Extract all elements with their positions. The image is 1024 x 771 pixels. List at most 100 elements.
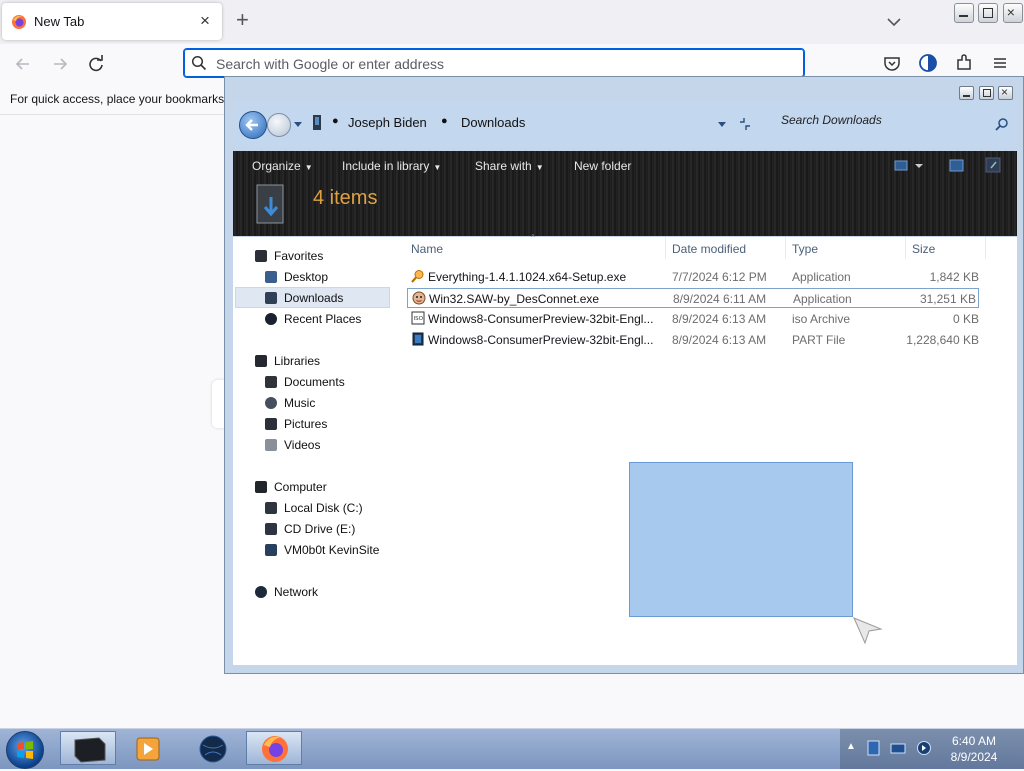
explorer-maximize-button[interactable] xyxy=(978,86,994,100)
breadcrumb-separator: ● xyxy=(441,115,448,127)
share-with-menu[interactable]: Share with ▼ xyxy=(475,159,544,173)
menu-icon[interactable] xyxy=(990,53,1010,73)
search-app-icon xyxy=(411,270,424,283)
address-dropdown-icon[interactable] xyxy=(717,121,727,129)
nav-vm-label: VM0b0t KevinSite xyxy=(284,543,380,557)
file-type: iso Archive xyxy=(792,312,851,326)
nav-network[interactable]: Network xyxy=(255,585,318,599)
breadcrumb-user[interactable]: Joseph Biden xyxy=(348,115,427,130)
reload-icon[interactable] xyxy=(85,53,107,75)
forward-arrow-icon[interactable] xyxy=(49,53,71,75)
pocket-icon[interactable] xyxy=(882,53,902,73)
breadcrumb-downloads[interactable]: Downloads xyxy=(461,115,525,130)
nav-desktop-label: Desktop xyxy=(284,270,329,284)
column-type-header[interactable]: Type xyxy=(792,242,818,256)
explorer-address-area: ● Joseph Biden ● Downloads Search Downlo… xyxy=(233,101,1017,148)
search-icon xyxy=(191,55,207,71)
new-tab-button[interactable]: + xyxy=(236,8,249,32)
file-row[interactable]: Win32.SAW-by_DesConnet.exe 8/9/2024 6:11… xyxy=(407,288,979,308)
network-tray-icon[interactable] xyxy=(890,740,906,756)
explorer-minimize-button[interactable] xyxy=(959,86,975,100)
firefox-tabstrip: New Tab × + × xyxy=(0,0,1024,44)
nav-recent-label: Recent Places xyxy=(284,312,362,326)
nav-libraries[interactable]: Libraries xyxy=(255,354,320,368)
explorer-window: × ● Joseph Biden ● Downloads Search Down… xyxy=(224,76,1024,674)
nav-recent-places[interactable]: Recent Places xyxy=(265,312,361,326)
explorer-back-button[interactable] xyxy=(239,111,267,139)
sort-ascending-icon: ^ xyxy=(531,233,535,242)
minimize-button[interactable] xyxy=(954,3,974,23)
globe-icon xyxy=(199,735,227,763)
account-icon[interactable] xyxy=(918,53,938,73)
column-separator xyxy=(785,237,786,259)
organize-menu[interactable]: Organize ▼ xyxy=(252,159,313,173)
nav-downloads[interactable]: Downloads xyxy=(265,291,343,305)
column-date-header[interactable]: Date modified xyxy=(672,242,746,256)
network-drive-icon xyxy=(265,544,277,556)
music-icon xyxy=(265,397,277,409)
show-hidden-icons-icon[interactable]: ▲ xyxy=(846,741,856,752)
nav-desktop[interactable]: Desktop xyxy=(265,270,328,284)
explorer-close-button[interactable]: × xyxy=(998,85,1013,100)
new-folder-button[interactable]: New folder xyxy=(574,159,631,173)
history-dropdown-icon[interactable] xyxy=(293,121,303,129)
file-row[interactable]: ISO Windows8-ConsumerPreview-32bit-Engl.… xyxy=(407,309,979,329)
help-icon[interactable] xyxy=(985,157,1001,173)
nav-cd-drive[interactable]: CD Drive (E:) xyxy=(265,522,355,536)
preview-pane-icon[interactable] xyxy=(949,159,965,173)
search-icon[interactable] xyxy=(995,117,1009,131)
close-window-button[interactable]: × xyxy=(1002,3,1023,23)
clock[interactable]: 6:40 AM 8/9/2024 xyxy=(946,733,1002,765)
column-size-header[interactable]: Size xyxy=(912,242,935,256)
taskbar-explorer-button[interactable] xyxy=(60,731,116,765)
file-row[interactable]: Windows8-ConsumerPreview-32bit-Engl... 8… xyxy=(407,330,979,350)
nav-local-disk[interactable]: Local Disk (C:) xyxy=(265,501,363,515)
local-disk-icon xyxy=(265,502,277,514)
nav-favorites[interactable]: Favorites xyxy=(255,249,323,263)
nav-computer[interactable]: Computer xyxy=(255,480,327,494)
explorer-forward-button[interactable] xyxy=(267,113,291,137)
network-icon xyxy=(255,586,267,598)
volume-icon[interactable] xyxy=(916,740,932,756)
file-type: PART File xyxy=(792,333,846,347)
search-downloads-input[interactable]: Search Downloads xyxy=(781,113,882,127)
nav-pictures[interactable]: Pictures xyxy=(265,417,327,431)
taskbar-firefox-button[interactable] xyxy=(246,731,302,765)
include-in-library-menu[interactable]: Include in library ▼ xyxy=(342,159,441,173)
file-row[interactable]: Everything-1.4.1.1024.x64-Setup.exe 7/7/… xyxy=(407,267,979,287)
window-controls: × xyxy=(954,3,1024,23)
column-name-header[interactable]: Name xyxy=(411,242,443,256)
nav-documents[interactable]: Documents xyxy=(265,375,345,389)
nav-videos[interactable]: Videos xyxy=(265,438,320,452)
nav-cd-drive-label: CD Drive (E:) xyxy=(284,522,356,536)
svg-text:ISO: ISO xyxy=(414,316,424,322)
firefox-icon xyxy=(262,736,288,762)
file-size: 0 KB xyxy=(952,312,979,326)
restore-button[interactable] xyxy=(978,3,999,23)
taskbar-globe-button[interactable] xyxy=(185,731,241,765)
recent-places-icon xyxy=(265,313,277,325)
address-placeholder: Search with Google or enter address xyxy=(216,56,445,72)
list-all-tabs-icon[interactable] xyxy=(884,12,904,32)
address-bar[interactable]: Search with Google or enter address xyxy=(183,48,805,78)
breadcrumb-separator: ● xyxy=(332,115,339,127)
drag-selection-rectangle xyxy=(629,462,853,617)
nav-pictures-label: Pictures xyxy=(284,417,328,431)
nav-music-label: Music xyxy=(284,396,316,410)
tab-new-tab[interactable]: New Tab × xyxy=(2,3,222,40)
refresh-icon[interactable] xyxy=(737,116,753,132)
start-button[interactable] xyxy=(6,731,44,769)
back-arrow-icon[interactable] xyxy=(12,53,34,75)
nav-vm-share[interactable]: VM0b0t KevinSite xyxy=(265,543,379,557)
windows-logo-icon xyxy=(17,741,33,759)
nav-documents-label: Documents xyxy=(284,375,345,389)
action-center-icon[interactable] xyxy=(866,740,882,756)
view-options-icon[interactable] xyxy=(894,159,924,173)
nav-music[interactable]: Music xyxy=(265,396,315,410)
taskbar-media-player-button[interactable] xyxy=(120,731,176,765)
tab-close-button[interactable]: × xyxy=(200,11,210,31)
folder-location-icon xyxy=(313,115,321,130)
extensions-icon[interactable] xyxy=(954,53,974,73)
explorer-body: Favorites Desktop Downloads Recent Place… xyxy=(233,233,1017,665)
tab-title: New Tab xyxy=(34,14,85,29)
